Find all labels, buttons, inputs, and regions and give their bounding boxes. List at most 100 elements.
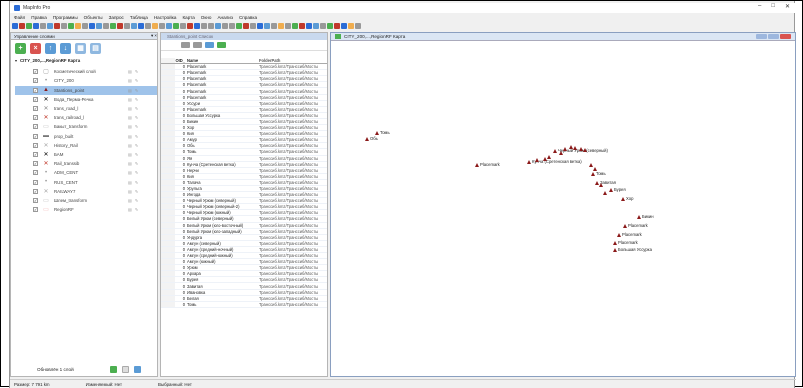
browser-tab[interactable]: Stantions_point Список: [161, 33, 327, 40]
layer-row[interactable]: ✓ ▭ Бакыт_transform ▤ ✎: [15, 122, 157, 131]
map-cluster-marker[interactable]: [603, 191, 607, 195]
layer-visibility-checkbox[interactable]: ✓: [33, 69, 38, 75]
layer-visibility-checkbox[interactable]: ✓: [33, 207, 38, 213]
maximize-button[interactable]: □: [771, 3, 775, 10]
toolbar-tool-icon[interactable]: [222, 23, 228, 29]
layer-row[interactable]: ✓ ✕ БАМ ▤ ✎: [15, 150, 157, 159]
row-selector[interactable]: [161, 283, 175, 289]
menu-table[interactable]: Таблица: [130, 15, 148, 20]
row-selector[interactable]: [161, 240, 175, 246]
layer-visibility-checkbox[interactable]: ✓: [33, 87, 38, 93]
layer-row[interactable]: ✓ ✕ trans_railroad_l ▤ ✎: [15, 113, 157, 122]
row-selector[interactable]: [161, 210, 175, 216]
menu-edit[interactable]: Правка: [31, 15, 47, 20]
layer-edit-icon[interactable]: ▤ ✎: [128, 115, 139, 120]
map-cluster-marker[interactable]: [559, 151, 563, 155]
toolbar-tool-icon[interactable]: [250, 23, 256, 29]
panel-pin-icon[interactable]: ▾ ×: [151, 33, 157, 39]
layer-edit-icon[interactable]: ▤ ✎: [128, 69, 139, 74]
toolbar-tool-icon[interactable]: [180, 23, 186, 29]
row-selector[interactable]: [161, 125, 175, 131]
row-selector[interactable]: [161, 295, 175, 301]
map-station-marker[interactable]: Большая Уссурка: [613, 247, 652, 252]
layer-edit-icon[interactable]: ▤ ✎: [128, 143, 139, 148]
map-cluster-marker[interactable]: [599, 183, 603, 187]
browser-filter-icon[interactable]: [181, 42, 190, 48]
menu-file[interactable]: Файл: [14, 15, 25, 20]
col-oid[interactable]: OID_: [175, 58, 187, 63]
layer-visibility-checkbox[interactable]: ✓: [33, 170, 38, 176]
menu-analysis[interactable]: Анализ: [217, 15, 233, 20]
toolbar-tool-icon[interactable]: [82, 23, 88, 29]
minimize-button[interactable]: –: [758, 3, 761, 10]
toolbar-tool-icon[interactable]: [278, 23, 284, 29]
help-icon[interactable]: [133, 365, 141, 373]
toolbar-tool-icon[interactable]: [355, 23, 361, 29]
layer-edit-icon[interactable]: ▤ ✎: [128, 180, 139, 185]
layer-visibility-checkbox[interactable]: ✓: [33, 188, 38, 194]
layer-edit-icon[interactable]: ▤ ✎: [128, 189, 139, 194]
menu-settings[interactable]: Настройка: [154, 15, 177, 20]
layer-row[interactable]: ✓ ✕ History_Rail ▤ ✎: [15, 141, 157, 150]
layer-edit-icon[interactable]: ▤ ✎: [128, 198, 139, 203]
toolbar-tool-icon[interactable]: [61, 23, 67, 29]
layer-visibility-checkbox[interactable]: ✓: [33, 96, 38, 102]
toolbar-tool-icon[interactable]: [271, 23, 277, 29]
layer-row[interactable]: ✓ ▲ Stantions_point ▤ ✎: [15, 85, 157, 95]
row-selector[interactable]: [161, 118, 175, 125]
layer-edit-icon[interactable]: ▤ ✎: [128, 207, 139, 212]
row-selector[interactable]: [161, 228, 175, 234]
toolbar-tool-icon[interactable]: [26, 23, 32, 29]
toolbar-tool-icon[interactable]: [159, 23, 165, 29]
toolbar-tool-icon[interactable]: [187, 23, 193, 29]
row-selector[interactable]: [161, 64, 175, 70]
row-selector[interactable]: [161, 82, 175, 88]
map-cluster-marker[interactable]: [547, 155, 551, 159]
map-station-marker[interactable]: Томь: [375, 130, 390, 135]
map-station-marker[interactable]: Обь: [365, 136, 378, 141]
toolbar-tool-icon[interactable]: [320, 23, 326, 29]
toolbar-tool-icon[interactable]: [40, 23, 46, 29]
map-maximize-button[interactable]: [768, 34, 779, 39]
toolbar-tool-icon[interactable]: [306, 23, 312, 29]
layer-row[interactable]: ✓ ▬ prop_built ▤ ✎: [15, 132, 157, 141]
toolbar-tool-icon[interactable]: [341, 23, 347, 29]
menu-objects[interactable]: Объекты: [84, 15, 103, 20]
toolbar-tool-icon[interactable]: [166, 23, 172, 29]
toolbar-tool-icon[interactable]: [110, 23, 116, 29]
layer-edit-icon[interactable]: ▤ ✎: [128, 88, 139, 93]
toolbar-tool-icon[interactable]: [334, 23, 340, 29]
menu-programs[interactable]: Программы: [53, 15, 78, 20]
toolbar-tool-icon[interactable]: [236, 23, 242, 29]
toolbar-tool-icon[interactable]: [327, 23, 333, 29]
toolbar-tool-icon[interactable]: [215, 23, 221, 29]
browser-sort-icon[interactable]: [193, 42, 202, 48]
collapse-icon[interactable]: ▾: [15, 58, 17, 63]
toolbar-tool-icon[interactable]: [54, 23, 60, 29]
toolbar-tool-icon[interactable]: [257, 23, 263, 29]
layer-visibility-checkbox[interactable]: ✓: [33, 133, 38, 139]
browser-export-icon[interactable]: [205, 42, 214, 48]
toolbar-tool-icon[interactable]: [201, 23, 207, 29]
toolbar-tool-icon[interactable]: [285, 23, 291, 29]
layer-up-button[interactable]: ↑: [45, 42, 56, 54]
layer-visibility-checkbox[interactable]: ✓: [33, 115, 38, 121]
toolbar-tool-icon[interactable]: [124, 23, 130, 29]
row-selector[interactable]: [161, 76, 175, 82]
status-editable[interactable]: Изменяемый: Нет: [86, 382, 122, 387]
map-station-marker[interactable]: Placemark: [617, 232, 642, 237]
toolbar-tool-icon[interactable]: [173, 23, 179, 29]
layer-row[interactable]: ✓ • CITY_200 ▤ ✎: [15, 76, 157, 85]
layer-row[interactable]: ✓ ✕ Вода_Перма-Речка ▤ ✎: [15, 95, 157, 104]
layer-edit-icon[interactable]: ▤ ✎: [128, 161, 139, 166]
remove-layer-button[interactable]: ×: [30, 42, 41, 54]
row-selector[interactable]: [161, 70, 175, 76]
toolbar-tool-icon[interactable]: [68, 23, 74, 29]
row-selector[interactable]: [161, 94, 175, 100]
row-selector[interactable]: [161, 198, 175, 204]
layer-visibility-checkbox[interactable]: ✓: [33, 142, 38, 148]
close-button[interactable]: ✕: [785, 3, 790, 10]
row-selector[interactable]: [161, 271, 175, 277]
layer-visibility-checkbox[interactable]: ✓: [33, 161, 38, 167]
toolbar-tool-icon[interactable]: [96, 23, 102, 29]
